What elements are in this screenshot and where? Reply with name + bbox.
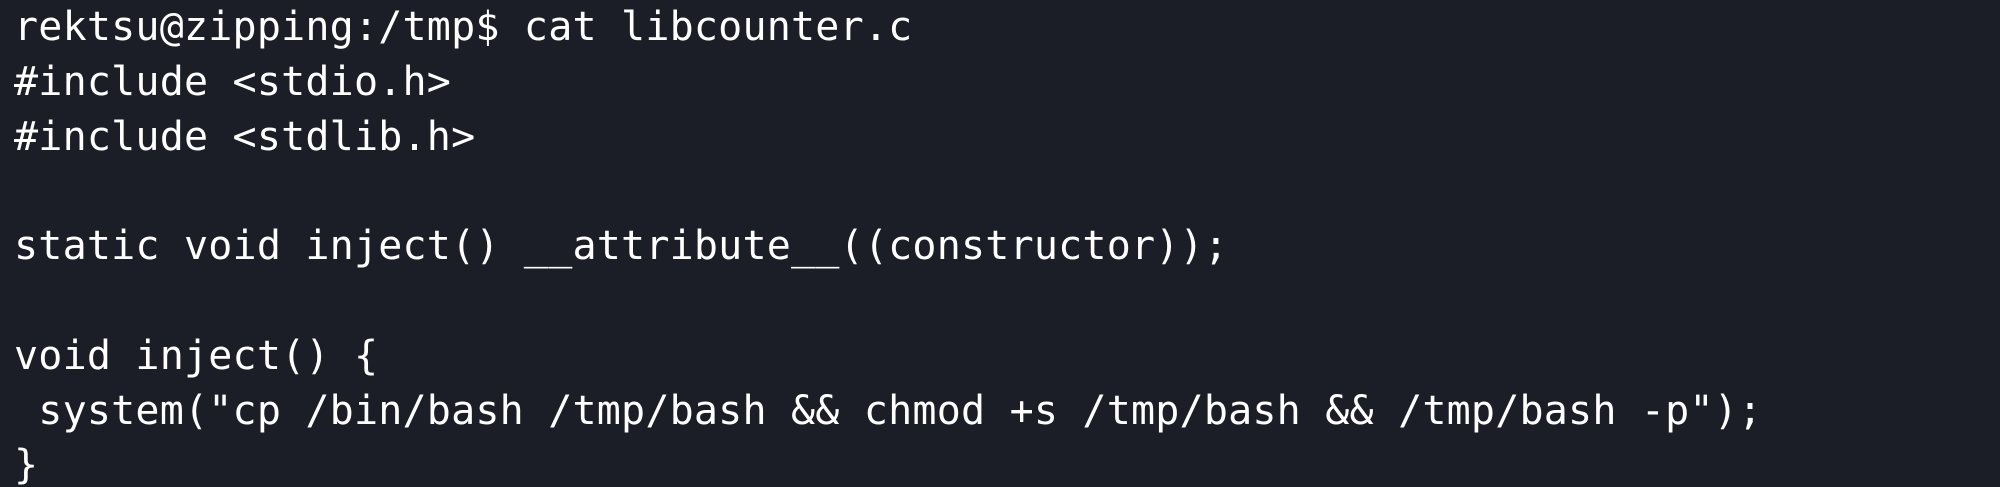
terminal-line: } bbox=[14, 442, 39, 487]
terminal-line: #include <stdlib.h> bbox=[14, 113, 476, 160]
terminal-line: system("cp /bin/bash /tmp/bash && chmod … bbox=[14, 387, 1763, 434]
terminal-output: rektsu@zipping:/tmp$ cat libcounter.c #i… bbox=[14, 0, 1762, 487]
terminal-line: static void inject() __attribute__((cons… bbox=[14, 223, 1229, 270]
terminal-line: #include <stdio.h> bbox=[14, 58, 452, 105]
terminal-line: void inject() { bbox=[14, 332, 379, 379]
terminal-line-prompt: rektsu@zipping:/tmp$ cat libcounter.c bbox=[14, 4, 913, 50]
terminal-window[interactable]: rektsu@zipping:/tmp$ cat libcounter.c #i… bbox=[0, 0, 2000, 487]
